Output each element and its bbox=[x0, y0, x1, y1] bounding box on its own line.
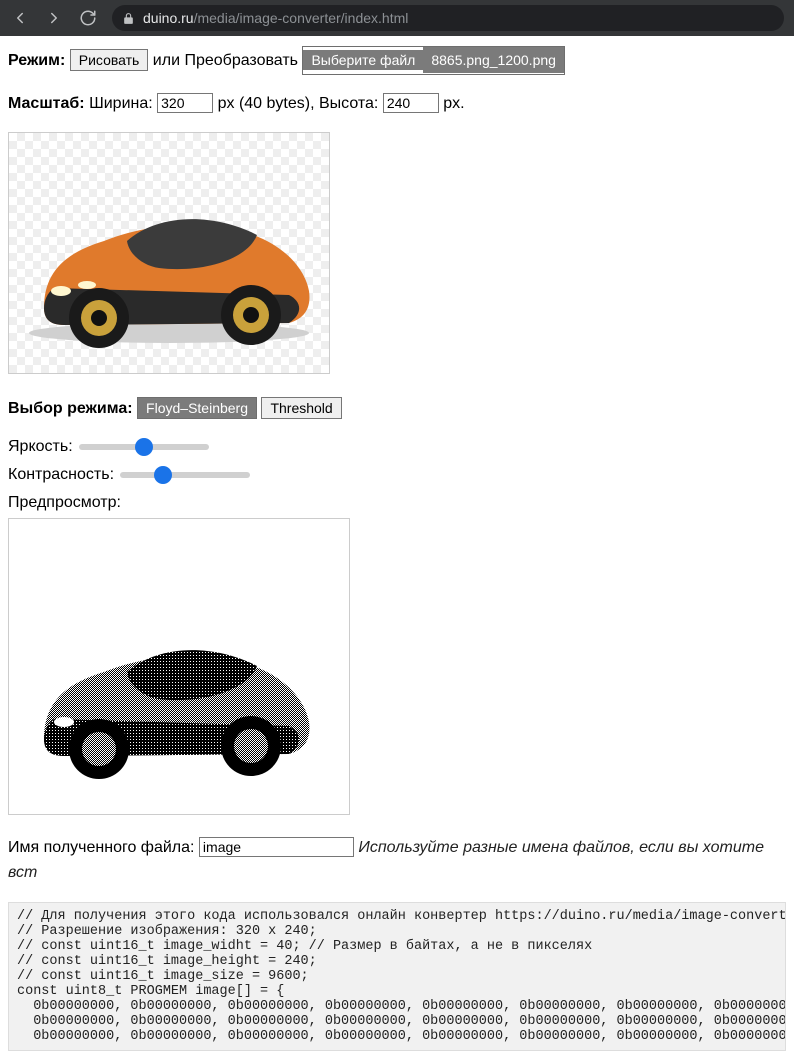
code-line: 0b00000000, 0b00000000, 0b00000000, 0b00… bbox=[17, 999, 786, 1014]
mode-row: Режим: Рисовать или Преобразовать Выбери… bbox=[8, 46, 786, 75]
height-suffix: px. bbox=[443, 95, 464, 112]
choose-file-button[interactable]: Выберите файл bbox=[303, 50, 423, 70]
code-line: // const uint16_t image_widht = 40; // Р… bbox=[17, 939, 592, 954]
mode-select-row: Выбор режима: Floyd–Steinberg Threshold bbox=[8, 396, 786, 422]
selected-filename: 8865.png_1200.png bbox=[423, 47, 564, 73]
scale-row: Масштаб: Ширина: px (40 bytes), Высота: … bbox=[8, 91, 786, 117]
url-bar[interactable]: duino.ru/media/image-converter/index.htm… bbox=[112, 5, 784, 31]
scale-label: Масштаб: bbox=[8, 95, 85, 112]
code-line: // Разрешение изображения: 320 x 240; bbox=[17, 924, 317, 939]
brightness-slider[interactable] bbox=[79, 444, 209, 450]
contrast-slider[interactable] bbox=[120, 472, 250, 478]
forward-icon[interactable] bbox=[44, 8, 64, 28]
reload-icon[interactable] bbox=[78, 8, 98, 28]
back-icon[interactable] bbox=[10, 8, 30, 28]
code-line: 0b00000000, 0b00000000, 0b00000000, 0b00… bbox=[17, 1029, 786, 1044]
brightness-row: Яркость: bbox=[8, 438, 786, 456]
or-convert-text: или Преобразовать bbox=[153, 52, 298, 69]
browser-address-bar: duino.ru/media/image-converter/index.htm… bbox=[0, 0, 794, 36]
code-line: const uint8_t PROGMEM image[] = { bbox=[17, 984, 284, 999]
width-suffix: px (40 bytes), Высота: bbox=[218, 95, 379, 112]
floyd-steinberg-button[interactable]: Floyd–Steinberg bbox=[137, 397, 257, 419]
mode-select-label: Выбор режима: bbox=[8, 400, 133, 417]
code-output[interactable]: // Для получения этого кода использовалс… bbox=[8, 902, 786, 1051]
output-name-label: Имя полученного файла: bbox=[8, 839, 194, 856]
original-image bbox=[9, 133, 329, 373]
url-host: duino.ru bbox=[143, 10, 194, 26]
preview-image bbox=[9, 519, 349, 814]
preview-frame bbox=[8, 518, 350, 815]
code-line: 0b00000000, 0b00000000, 0b00000000, 0b00… bbox=[17, 1014, 786, 1029]
original-image-frame bbox=[8, 132, 330, 374]
draw-button[interactable]: Рисовать bbox=[70, 49, 149, 71]
threshold-button[interactable]: Threshold bbox=[261, 397, 341, 419]
width-label: Ширина: bbox=[89, 95, 153, 112]
code-line: // const uint16_t image_size = 9600; bbox=[17, 969, 309, 984]
contrast-label: Контрасность: bbox=[8, 466, 114, 484]
output-name-input[interactable] bbox=[199, 837, 354, 857]
code-line: // Для получения этого кода использовалс… bbox=[17, 909, 786, 924]
code-line: // const uint16_t image_height = 240; bbox=[17, 954, 317, 969]
preview-label: Предпросмотр: bbox=[8, 494, 786, 512]
url-path: /media/image-converter/index.html bbox=[194, 10, 409, 26]
width-input[interactable] bbox=[157, 93, 213, 113]
output-name-row: Имя полученного файла: Используйте разны… bbox=[8, 835, 786, 886]
brightness-label: Яркость: bbox=[8, 438, 73, 456]
lock-icon bbox=[122, 12, 135, 25]
contrast-row: Контрасность: bbox=[8, 466, 786, 484]
mode-label: Режим: bbox=[8, 52, 65, 69]
height-input[interactable] bbox=[383, 93, 439, 113]
